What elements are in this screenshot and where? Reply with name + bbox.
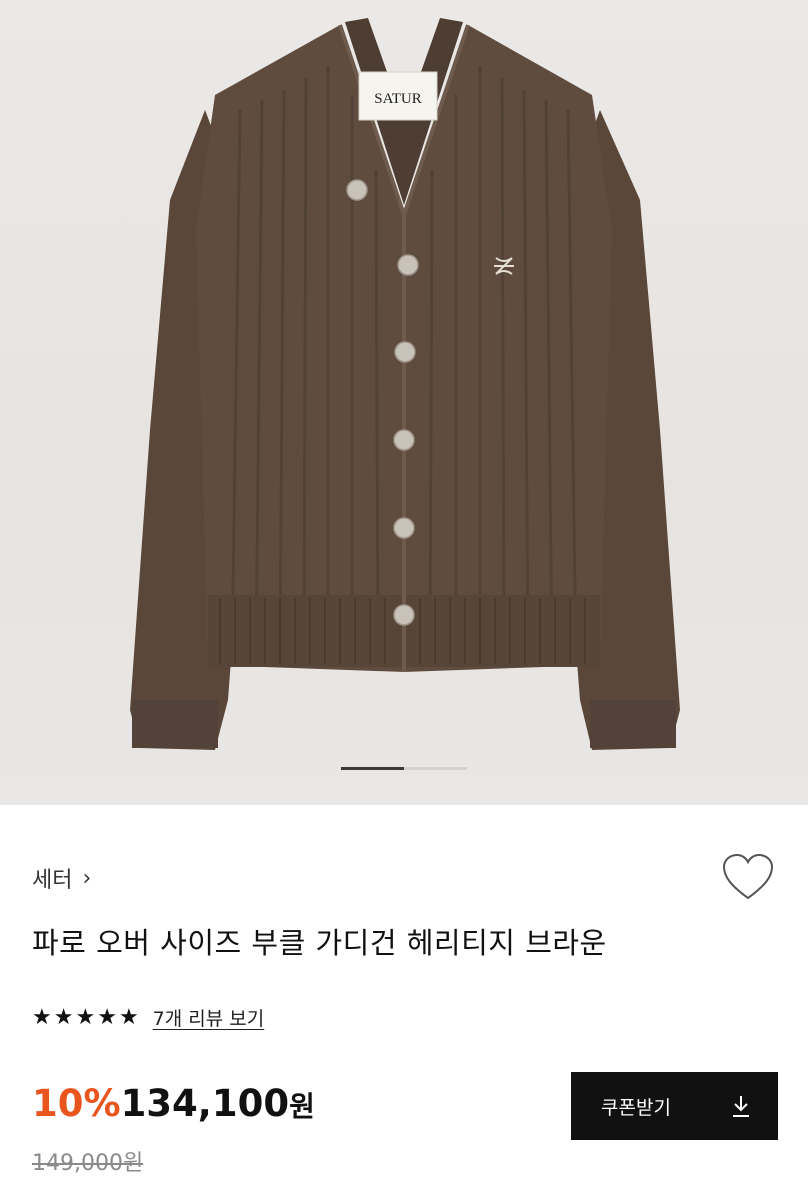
- star-icon: ★: [75, 1004, 96, 1030]
- breadcrumb-category[interactable]: 세터 ›: [32, 862, 91, 894]
- price-row: 10% 134,100 원: [32, 1082, 315, 1125]
- review-link[interactable]: 7개 리뷰 보기: [153, 1004, 265, 1031]
- product-image[interactable]: SATUR: [0, 0, 808, 805]
- gallery-pager: [341, 767, 467, 770]
- cardigan-illustration: SATUR: [130, 18, 680, 750]
- download-icon: [733, 1096, 749, 1117]
- brand-label-text: SATUR: [374, 91, 422, 107]
- star-icon: ★: [97, 1004, 117, 1030]
- discount-rate: 10%: [32, 1082, 121, 1125]
- rating-row: ★ ★ ★ ★ ★ 7개 리뷰 보기: [32, 1004, 264, 1031]
- original-price: 149,000원: [32, 1151, 144, 1176]
- category-label[interactable]: 세터: [32, 862, 72, 894]
- product-title: 파로 오버 사이즈 부클 가디건 헤리티지 브라운: [32, 926, 607, 960]
- star-icon: ★: [118, 1004, 139, 1030]
- star-icon: ★: [32, 1004, 52, 1030]
- coupon-download-button[interactable]: 쿠폰받기: [571, 1072, 778, 1140]
- wishlist-button[interactable]: [720, 852, 776, 904]
- price-unit: 원: [289, 1090, 315, 1123]
- gallery-pager-active: [341, 767, 404, 770]
- coupon-button-label: 쿠폰받기: [601, 1096, 671, 1119]
- sale-price: 134,100: [120, 1082, 290, 1125]
- star-icon: ★: [53, 1004, 74, 1030]
- rating-stars: ★ ★ ★ ★ ★: [32, 1004, 139, 1030]
- heart-outline-icon: [722, 853, 774, 900]
- chevron-right-icon: ›: [82, 865, 92, 891]
